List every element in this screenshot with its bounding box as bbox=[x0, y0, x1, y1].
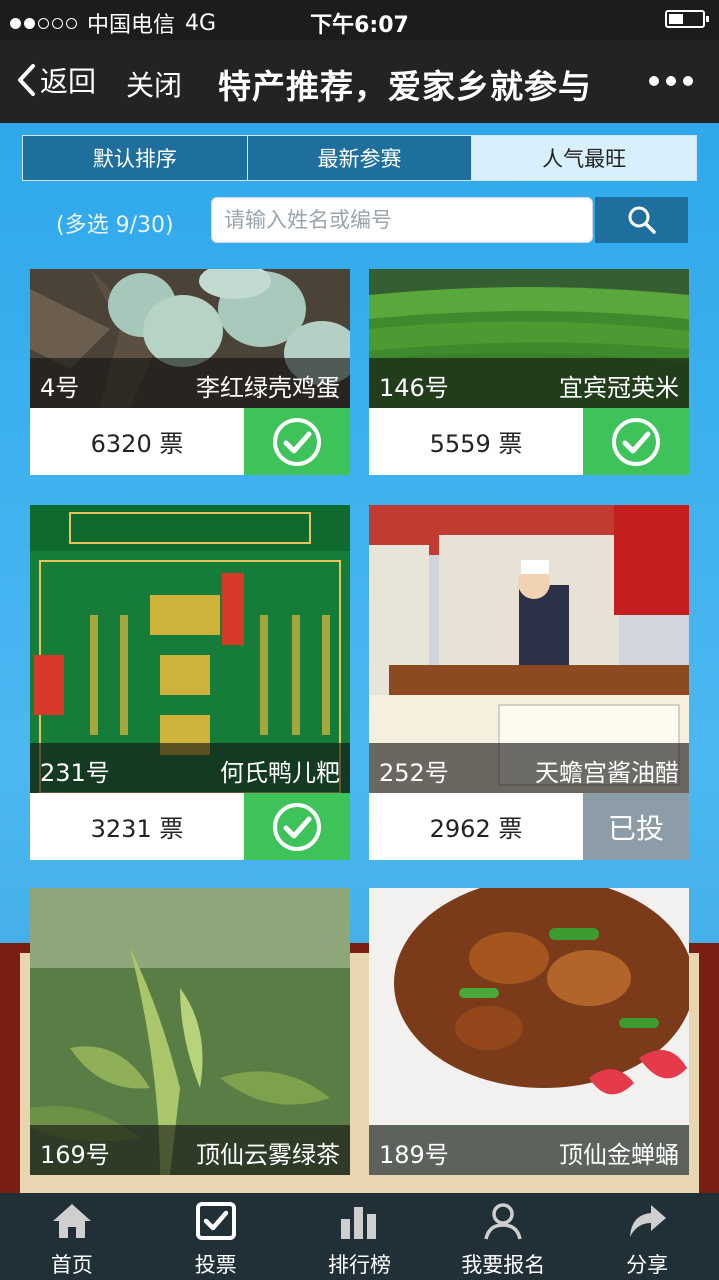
tab-label: 投票 bbox=[194, 1253, 237, 1277]
vote-count: 3231 票 bbox=[90, 815, 184, 843]
entry-card[interactable]: 252号 天蟾宫酱油醋 2962 票 已投 bbox=[369, 505, 689, 860]
entry-image: 146号 宜宾冠英米 bbox=[369, 269, 689, 408]
page-title: 特产推荐，爱家乡就参与 bbox=[218, 67, 592, 106]
entry-name: 顶仙云雾绿茶 bbox=[196, 1141, 340, 1169]
entry-name: 天蟾宫酱油醋 bbox=[535, 759, 679, 787]
content-area: 默认排序 最新参赛 人气最旺 (多选 9/30) 4号 李红绿壳 bbox=[0, 123, 719, 1193]
tab-default-sort[interactable]: 默认排序 bbox=[23, 136, 248, 180]
chevron-left-icon bbox=[18, 64, 35, 96]
status-time: 下午6:07 bbox=[310, 13, 409, 38]
home-icon bbox=[52, 1204, 91, 1238]
battery-icon bbox=[665, 10, 709, 28]
vote-bar: 5559 票 bbox=[369, 408, 689, 475]
bar-chart-icon bbox=[341, 1207, 377, 1239]
entry-number: 252号 bbox=[379, 759, 449, 787]
entry-image: 4号 李红绿壳鸡蛋 bbox=[30, 269, 350, 408]
user-icon bbox=[484, 1203, 522, 1240]
entry-number: 189号 bbox=[379, 1141, 449, 1169]
tab-most-popular[interactable]: 人气最旺 bbox=[472, 136, 697, 180]
vote-count: 2962 票 bbox=[429, 815, 523, 843]
vote-button[interactable] bbox=[244, 408, 350, 475]
nav-bar: 返回 关闭 特产推荐，爱家乡就参与 bbox=[0, 40, 719, 123]
more-icon[interactable] bbox=[649, 76, 693, 86]
entry-caption: 231号 何氏鸭儿粑 bbox=[30, 743, 350, 793]
status-bar: 中国电信 4G 下午6:07 bbox=[0, 0, 719, 40]
tab-home[interactable]: 首页 bbox=[0, 1193, 144, 1280]
tab-vote[interactable]: 投票 bbox=[144, 1193, 288, 1280]
checkbox-icon bbox=[195, 1202, 236, 1240]
back-label: 返回 bbox=[40, 65, 97, 98]
entry-caption: 4号 李红绿壳鸡蛋 bbox=[30, 358, 350, 408]
entry-card[interactable]: 189号 顶仙金蝉蛹 bbox=[369, 888, 689, 1175]
entry-card[interactable]: 231号 何氏鸭儿粑 3231 票 bbox=[30, 505, 350, 860]
share-icon bbox=[630, 1205, 667, 1237]
check-circle-icon bbox=[273, 802, 321, 851]
entry-number: 169号 bbox=[40, 1141, 110, 1169]
vote-count: 6320 票 bbox=[90, 430, 184, 458]
check-circle-icon bbox=[273, 417, 321, 466]
entry-caption: 169号 顶仙云雾绿茶 bbox=[30, 1125, 350, 1175]
entry-name: 顶仙金蝉蛹 bbox=[559, 1141, 679, 1169]
tab-signup[interactable]: 我要报名 bbox=[431, 1193, 575, 1280]
entry-caption: 252号 天蟾宫酱油醋 bbox=[369, 743, 689, 793]
vote-button[interactable] bbox=[244, 793, 350, 860]
vote-button[interactable] bbox=[583, 408, 689, 475]
tab-ranking[interactable]: 排行榜 bbox=[288, 1193, 432, 1280]
entry-caption: 189号 顶仙金蝉蛹 bbox=[369, 1125, 689, 1175]
entry-image: 169号 顶仙云雾绿茶 bbox=[30, 888, 350, 1175]
vote-count: 5559 票 bbox=[429, 430, 523, 458]
tab-label: 分享 bbox=[626, 1253, 669, 1277]
bottom-tab-bar: 首页 投票 排行榜 我要报名 分享 bbox=[0, 1193, 719, 1280]
entry-name: 何氏鸭儿粑 bbox=[220, 759, 340, 787]
tab-newest[interactable]: 最新参赛 bbox=[247, 136, 473, 180]
entry-number: 146号 bbox=[379, 374, 449, 402]
tab-share[interactable]: 分享 bbox=[575, 1193, 719, 1280]
entry-number: 231号 bbox=[40, 759, 110, 787]
search-input[interactable] bbox=[211, 197, 593, 243]
vote-bar: 6320 票 bbox=[30, 408, 350, 475]
voted-button[interactable]: 已投 bbox=[583, 793, 689, 860]
entry-number: 4号 bbox=[40, 374, 80, 402]
search-button[interactable] bbox=[595, 197, 688, 243]
entry-name: 李红绿壳鸡蛋 bbox=[196, 374, 340, 402]
entry-card[interactable]: 169号 顶仙云雾绿茶 bbox=[30, 888, 350, 1175]
entry-name: 宜宾冠英米 bbox=[559, 374, 679, 402]
check-circle-icon bbox=[612, 417, 660, 466]
entry-card[interactable]: 4号 李红绿壳鸡蛋 6320 票 bbox=[30, 269, 350, 475]
entry-card[interactable]: 146号 宜宾冠英米 5559 票 bbox=[369, 269, 689, 475]
close-button[interactable]: 关闭 bbox=[126, 64, 182, 104]
entry-image: 231号 何氏鸭儿粑 bbox=[30, 505, 350, 793]
entry-image: 252号 天蟾宫酱油醋 bbox=[369, 505, 689, 793]
search-icon bbox=[628, 206, 656, 234]
tab-label: 排行榜 bbox=[327, 1253, 391, 1277]
vote-bar: 3231 票 bbox=[30, 793, 350, 860]
entry-caption: 146号 宜宾冠英米 bbox=[369, 358, 689, 408]
sort-tabs: 默认排序 最新参赛 人气最旺 bbox=[22, 135, 697, 181]
multi-select-count: (多选 9/30) bbox=[56, 213, 174, 238]
tab-label: 我要报名 bbox=[461, 1253, 546, 1277]
vote-bar: 2962 票 已投 bbox=[369, 793, 689, 860]
entry-image: 189号 顶仙金蝉蛹 bbox=[369, 888, 689, 1175]
tab-label: 首页 bbox=[50, 1253, 93, 1277]
back-button[interactable]: 返回 bbox=[16, 60, 96, 100]
